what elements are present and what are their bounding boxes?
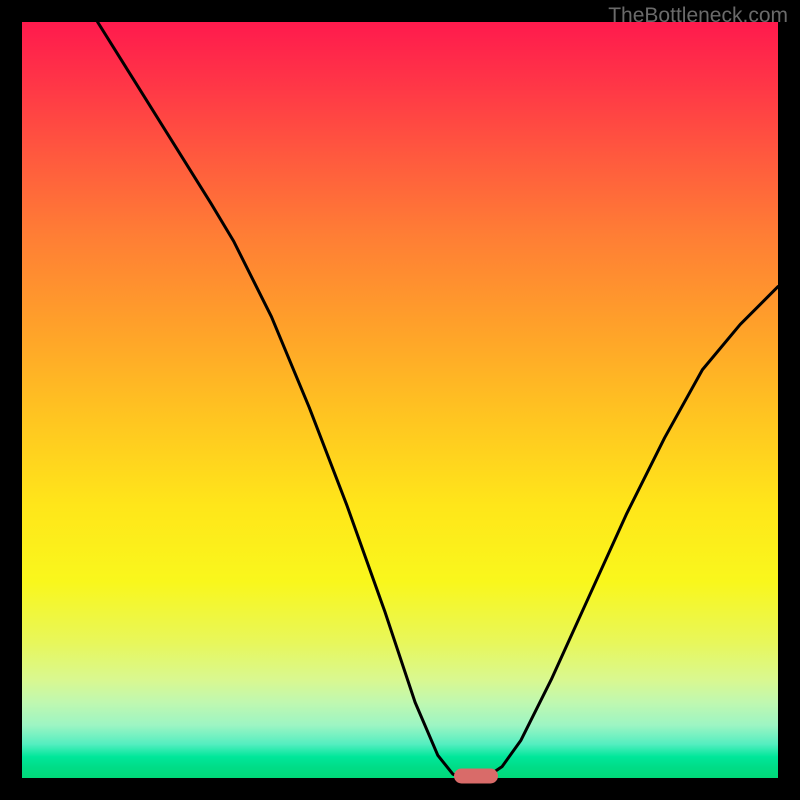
curve-svg <box>22 22 778 778</box>
plot-area <box>22 22 778 778</box>
watermark-text: TheBottleneck.com <box>608 4 788 28</box>
highlight-marker <box>454 769 498 784</box>
bottleneck-curve <box>98 22 778 778</box>
